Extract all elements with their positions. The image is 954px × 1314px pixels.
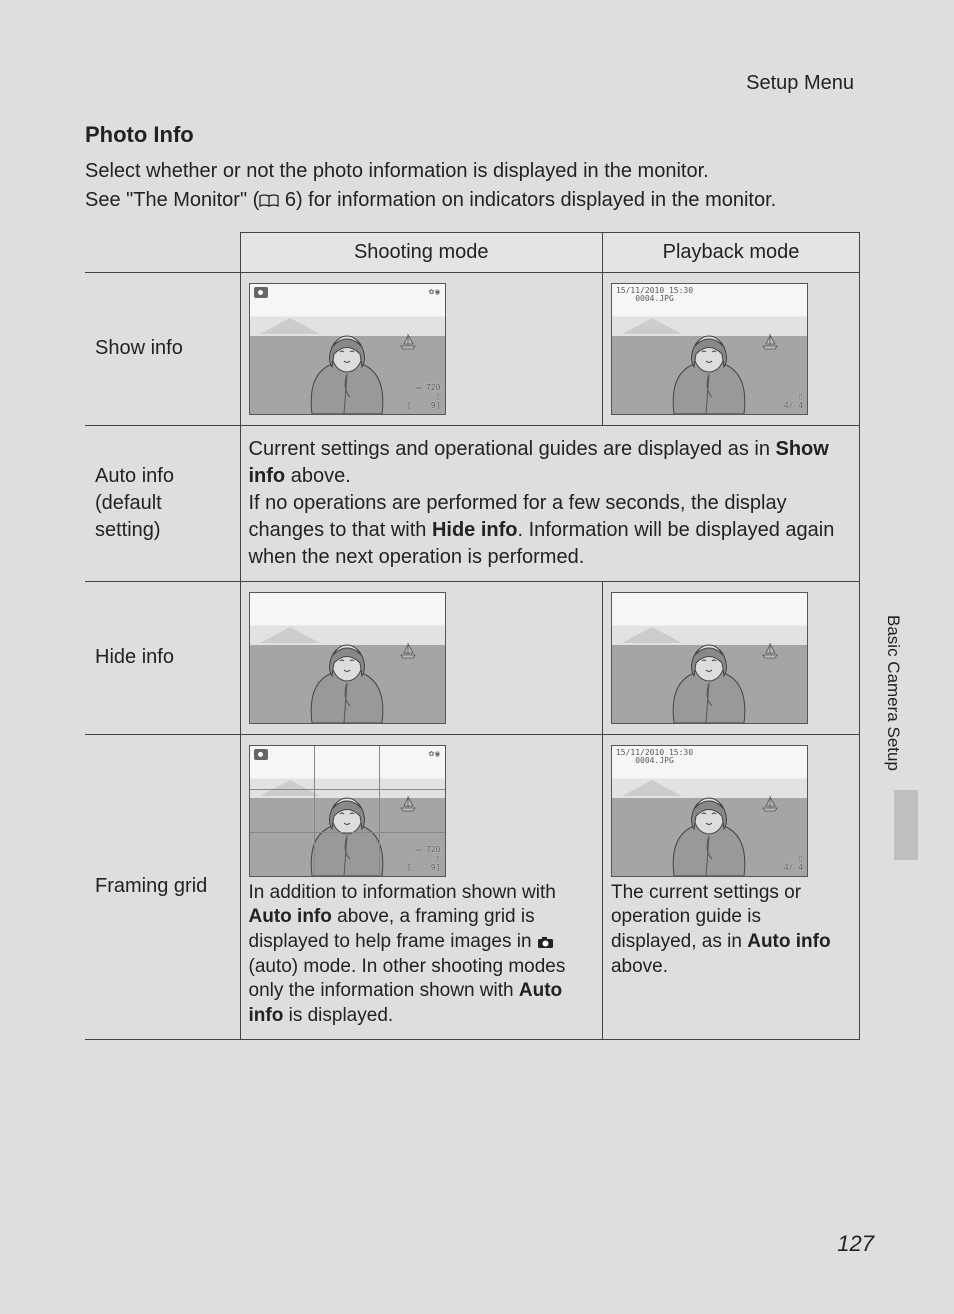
- intro-line-2: See "The Monitor" ( 6) for information o…: [85, 187, 860, 214]
- row-label-hide-info: Hide info: [85, 581, 240, 734]
- row-label-show-info: Show info: [85, 272, 240, 425]
- page-number: 127: [837, 1229, 874, 1259]
- hide-info-shooting-cell: [240, 581, 602, 734]
- monitor-preview: 15/11/2010 15:30 0004.JPG ▯4/ 4: [611, 745, 808, 877]
- table-row: Auto info (default setting) Current sett…: [85, 425, 860, 581]
- table-row: Hide info: [85, 581, 860, 734]
- framing-grid-playback-caption: The current settings or operation guide …: [611, 881, 851, 980]
- portrait-icon: [292, 319, 402, 414]
- camera-mode-icon: [254, 287, 268, 298]
- hide-info-playback-cell: [602, 581, 859, 734]
- monitor-preview: [611, 592, 808, 724]
- auto-info-label-2: (default setting): [95, 492, 162, 541]
- framing-grid-playback-cell: 15/11/2010 15:30 0004.JPG ▯4/ 4 The curr…: [602, 734, 859, 1039]
- show-info-shooting-cell: ✿◉ ▭ 720▯[ 9]: [240, 272, 602, 425]
- show-info-playback-cell: 15/11/2010 15:30 0004.JPG ▯4/ 4: [602, 272, 859, 425]
- auto-info-description: Current settings and operational guides …: [240, 425, 860, 581]
- monitor-preview: ✿◉ ▭ 720▯[ 9]: [249, 745, 446, 877]
- intro-line-2-pre: See "The Monitor" (: [85, 189, 259, 211]
- table-row: Framing grid ✿◉ ▭ 720▯[ 9] In addition t…: [85, 734, 860, 1039]
- portrait-icon: [654, 628, 764, 723]
- col-header-playback: Playback mode: [602, 232, 859, 272]
- header-breadcrumb: Setup Menu: [746, 70, 854, 97]
- playback-overlay-datetime: 15/11/2010 15:30 0004.JPG: [616, 749, 693, 767]
- portrait-icon: [654, 319, 764, 414]
- intro-line-2-ref: 6) for information on indicators display…: [279, 189, 776, 211]
- section-title: Photo Info: [85, 120, 860, 150]
- table-corner: [85, 232, 240, 272]
- monitor-preview: [249, 592, 446, 724]
- portrait-icon: [654, 781, 764, 876]
- portrait-icon: [292, 628, 402, 723]
- table-row: Show info ✿◉ ▭ 720▯[ 9] 15/11: [85, 272, 860, 425]
- playback-overlay-counter: ▯4/ 4: [784, 855, 803, 873]
- playback-overlay-counter: ▯4/ 4: [784, 393, 803, 411]
- auto-info-label-1: Auto info: [95, 465, 174, 487]
- overlay-icons: ✿◉: [429, 750, 441, 759]
- side-tab-marker: [894, 790, 918, 860]
- overlay-icons: ✿◉: [429, 288, 441, 297]
- intro-line-1: Select whether or not the photo informat…: [85, 158, 860, 185]
- book-icon: [259, 194, 279, 208]
- framing-grid-shooting-caption: In addition to information shown with Au…: [249, 881, 594, 1029]
- row-label-framing-grid: Framing grid: [85, 734, 240, 1039]
- portrait-icon: [292, 781, 402, 876]
- side-section-label: Basic Camera Setup: [881, 615, 904, 771]
- shooting-overlay-text: ▭ 720▯[ 9]: [407, 384, 441, 410]
- camera-mode-icon: [254, 749, 268, 760]
- row-label-auto-info: Auto info (default setting): [85, 425, 240, 581]
- playback-overlay-datetime: 15/11/2010 15:30 0004.JPG: [616, 287, 693, 305]
- col-header-shooting: Shooting mode: [240, 232, 602, 272]
- monitor-preview: ✿◉ ▭ 720▯[ 9]: [249, 283, 446, 415]
- monitor-preview: 15/11/2010 15:30 0004.JPG ▯4/ 4: [611, 283, 808, 415]
- page-content: Photo Info Select whether or not the pho…: [85, 120, 860, 1040]
- shooting-overlay-text: ▭ 720▯[ 9]: [407, 846, 441, 872]
- photo-info-table: Shooting mode Playback mode Show info ✿◉…: [85, 232, 860, 1040]
- section-intro: Select whether or not the photo informat…: [85, 158, 860, 214]
- camera-icon: [537, 936, 554, 949]
- framing-grid-shooting-cell: ✿◉ ▭ 720▯[ 9] In addition to information…: [240, 734, 602, 1039]
